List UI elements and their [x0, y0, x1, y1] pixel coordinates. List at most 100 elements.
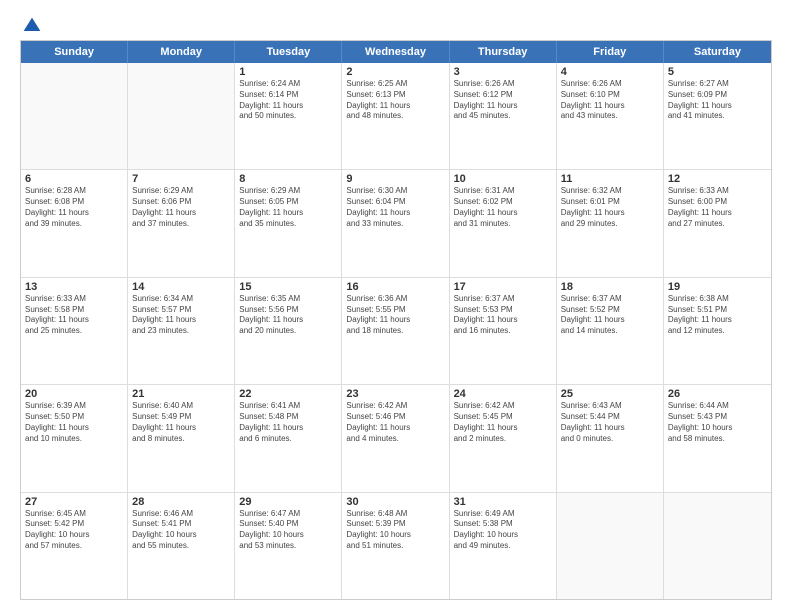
cell-line: and 18 minutes. [346, 326, 444, 337]
cell-line: Sunrise: 6:49 AM [454, 509, 552, 520]
calendar-header: SundayMondayTuesdayWednesdayThursdayFrid… [21, 41, 771, 63]
cell-line: Sunset: 5:58 PM [25, 305, 123, 316]
cell-line: Daylight: 11 hours [132, 208, 230, 219]
header-cell-saturday: Saturday [664, 41, 771, 63]
cell-line: Sunset: 5:42 PM [25, 519, 123, 530]
cell-line: Sunrise: 6:48 AM [346, 509, 444, 520]
cell-line: Sunrise: 6:25 AM [346, 79, 444, 90]
calendar-cell: 12Sunrise: 6:33 AMSunset: 6:00 PMDayligh… [664, 170, 771, 276]
cell-line: Sunset: 6:04 PM [346, 197, 444, 208]
day-number: 17 [454, 281, 552, 293]
cell-line: and 57 minutes. [25, 541, 123, 552]
header-cell-sunday: Sunday [21, 41, 128, 63]
cell-line: Daylight: 10 hours [454, 530, 552, 541]
cell-line: and 58 minutes. [668, 434, 767, 445]
cell-line: Sunrise: 6:41 AM [239, 401, 337, 412]
header-cell-friday: Friday [557, 41, 664, 63]
day-number: 5 [668, 66, 767, 78]
header-cell-tuesday: Tuesday [235, 41, 342, 63]
calendar-cell: 9Sunrise: 6:30 AMSunset: 6:04 PMDaylight… [342, 170, 449, 276]
cell-line: Sunrise: 6:39 AM [25, 401, 123, 412]
calendar-cell [557, 493, 664, 599]
cell-line: and 35 minutes. [239, 219, 337, 230]
cell-line: Daylight: 11 hours [25, 423, 123, 434]
day-number: 4 [561, 66, 659, 78]
cell-line: and 20 minutes. [239, 326, 337, 337]
calendar-cell: 2Sunrise: 6:25 AMSunset: 6:13 PMDaylight… [342, 63, 449, 169]
calendar-cell: 28Sunrise: 6:46 AMSunset: 5:41 PMDayligh… [128, 493, 235, 599]
cell-line: Daylight: 11 hours [346, 208, 444, 219]
calendar-cell: 5Sunrise: 6:27 AMSunset: 6:09 PMDaylight… [664, 63, 771, 169]
day-number: 23 [346, 388, 444, 400]
day-number: 20 [25, 388, 123, 400]
cell-line: Sunrise: 6:42 AM [346, 401, 444, 412]
calendar-cell: 4Sunrise: 6:26 AMSunset: 6:10 PMDaylight… [557, 63, 664, 169]
cell-line: Sunset: 5:44 PM [561, 412, 659, 423]
cell-line: Sunset: 5:40 PM [239, 519, 337, 530]
cell-line: Sunrise: 6:26 AM [454, 79, 552, 90]
cell-line: Daylight: 10 hours [346, 530, 444, 541]
cell-line: Sunset: 5:48 PM [239, 412, 337, 423]
cell-line: and 2 minutes. [454, 434, 552, 445]
calendar-cell: 17Sunrise: 6:37 AMSunset: 5:53 PMDayligh… [450, 278, 557, 384]
day-number: 22 [239, 388, 337, 400]
cell-line: Sunset: 5:46 PM [346, 412, 444, 423]
cell-line: and 49 minutes. [454, 541, 552, 552]
cell-line: Sunrise: 6:29 AM [132, 186, 230, 197]
day-number: 26 [668, 388, 767, 400]
cell-line: Daylight: 11 hours [454, 315, 552, 326]
cell-line: Sunset: 5:39 PM [346, 519, 444, 530]
cell-line: and 12 minutes. [668, 326, 767, 337]
cell-line: Sunrise: 6:28 AM [25, 186, 123, 197]
day-number: 10 [454, 173, 552, 185]
day-number: 29 [239, 496, 337, 508]
calendar-cell [664, 493, 771, 599]
cell-line: Daylight: 11 hours [239, 315, 337, 326]
cell-line: and 8 minutes. [132, 434, 230, 445]
cell-line: Sunrise: 6:26 AM [561, 79, 659, 90]
cell-line: Sunrise: 6:45 AM [25, 509, 123, 520]
calendar-cell: 27Sunrise: 6:45 AMSunset: 5:42 PMDayligh… [21, 493, 128, 599]
cell-line: Sunset: 6:01 PM [561, 197, 659, 208]
cell-line: Daylight: 11 hours [454, 208, 552, 219]
cell-line: Daylight: 11 hours [346, 315, 444, 326]
calendar-cell: 7Sunrise: 6:29 AMSunset: 6:06 PMDaylight… [128, 170, 235, 276]
cell-line: Daylight: 11 hours [561, 208, 659, 219]
cell-line: Daylight: 11 hours [561, 315, 659, 326]
day-number: 14 [132, 281, 230, 293]
cell-line: Sunrise: 6:44 AM [668, 401, 767, 412]
cell-line: and 29 minutes. [561, 219, 659, 230]
cell-line: Sunset: 5:38 PM [454, 519, 552, 530]
day-number: 19 [668, 281, 767, 293]
day-number: 21 [132, 388, 230, 400]
cell-line: and 23 minutes. [132, 326, 230, 337]
cell-line: Sunrise: 6:46 AM [132, 509, 230, 520]
cell-line: Sunset: 6:14 PM [239, 90, 337, 101]
cell-line: and 6 minutes. [239, 434, 337, 445]
cell-line: Sunrise: 6:33 AM [668, 186, 767, 197]
cell-line: Sunrise: 6:33 AM [25, 294, 123, 305]
cell-line: and 41 minutes. [668, 111, 767, 122]
cell-line: Sunrise: 6:37 AM [561, 294, 659, 305]
cell-line: Sunrise: 6:47 AM [239, 509, 337, 520]
day-number: 30 [346, 496, 444, 508]
day-number: 8 [239, 173, 337, 185]
cell-line: Sunset: 5:50 PM [25, 412, 123, 423]
cell-line: Daylight: 11 hours [239, 423, 337, 434]
cell-line: and 14 minutes. [561, 326, 659, 337]
day-number: 6 [25, 173, 123, 185]
day-number: 11 [561, 173, 659, 185]
header [20, 16, 772, 32]
cell-line: Sunset: 5:53 PM [454, 305, 552, 316]
calendar-cell: 20Sunrise: 6:39 AMSunset: 5:50 PMDayligh… [21, 385, 128, 491]
calendar-row-1: 1Sunrise: 6:24 AMSunset: 6:14 PMDaylight… [21, 63, 771, 170]
cell-line: Daylight: 11 hours [668, 208, 767, 219]
day-number: 31 [454, 496, 552, 508]
day-number: 3 [454, 66, 552, 78]
cell-line: and 43 minutes. [561, 111, 659, 122]
calendar-cell: 30Sunrise: 6:48 AMSunset: 5:39 PMDayligh… [342, 493, 449, 599]
calendar-cell: 11Sunrise: 6:32 AMSunset: 6:01 PMDayligh… [557, 170, 664, 276]
calendar-cell: 25Sunrise: 6:43 AMSunset: 5:44 PMDayligh… [557, 385, 664, 491]
calendar-cell: 10Sunrise: 6:31 AMSunset: 6:02 PMDayligh… [450, 170, 557, 276]
cell-line: Sunrise: 6:36 AM [346, 294, 444, 305]
